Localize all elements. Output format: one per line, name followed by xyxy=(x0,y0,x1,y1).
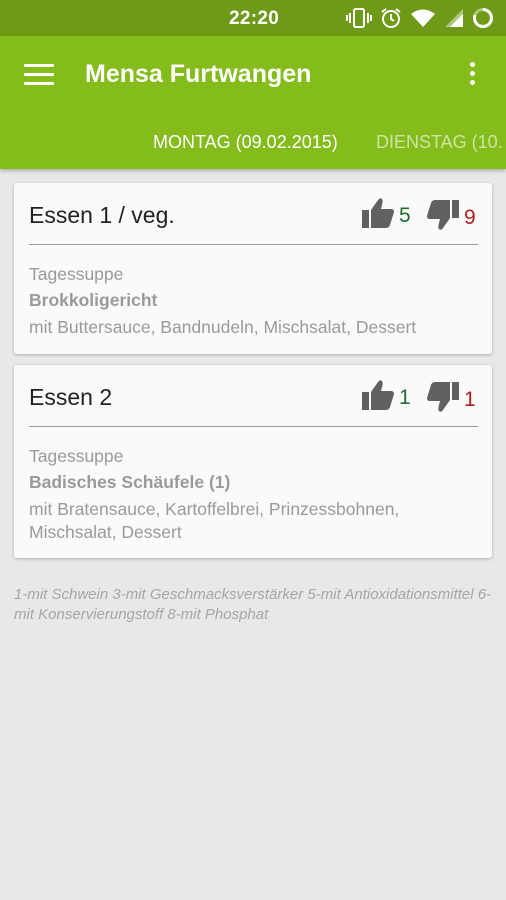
dislike-count: 1 xyxy=(464,387,476,411)
alarm-icon xyxy=(380,7,402,29)
cell-signal-icon xyxy=(444,8,464,28)
like-button[interactable]: 5 xyxy=(361,197,411,234)
app-title: Mensa Furtwangen xyxy=(85,60,312,88)
vibrate-icon xyxy=(346,7,372,29)
meal-sides: mit Buttersauce, Bandnudeln, Mischsalat,… xyxy=(29,317,417,337)
tab-dienstag[interactable]: DIENSTAG (10. xyxy=(376,132,503,153)
meal-name: Essen 2 xyxy=(29,384,113,410)
meal-main: Badisches Schäufele (1) xyxy=(29,472,231,492)
thumbs-down-icon xyxy=(426,381,460,418)
app-bar: Mensa Furtwangen MONTAG (09.02.2015) DIE… xyxy=(0,36,506,169)
thumbs-down-icon xyxy=(426,199,460,236)
meal-soup: Tagessuppe xyxy=(29,446,124,466)
like-count: 5 xyxy=(399,203,411,227)
tab-montag[interactable]: MONTAG (09.02.2015) xyxy=(153,132,338,153)
divider xyxy=(29,426,478,427)
dislike-button[interactable]: 9 xyxy=(426,199,476,236)
like-button[interactable]: 1 xyxy=(361,379,411,416)
divider xyxy=(29,244,478,245)
status-time: 22:20 xyxy=(229,8,280,29)
meal-main: Brokkoligericht xyxy=(29,290,158,310)
thumbs-up-icon xyxy=(361,197,395,234)
menu-icon[interactable] xyxy=(24,64,56,88)
meal-name: Essen 1 / veg. xyxy=(29,202,175,228)
dislike-count: 9 xyxy=(464,205,476,229)
allergen-footnote: 1-mit Schwein 3-mit Geschmacksverstärker… xyxy=(14,586,492,623)
wifi-icon xyxy=(410,8,436,28)
thumbs-up-icon xyxy=(361,379,395,416)
meal-card-2[interactable]: Essen 2 1 1 Tagessuppe Badisches Schäufe… xyxy=(14,365,492,558)
meal-card-1[interactable]: Essen 1 / veg. 5 9 Tagessuppe Brokkolige… xyxy=(14,183,492,354)
meal-sides: mit Bratensauce, Kartoffelbrei, Prinzess… xyxy=(29,499,400,542)
like-count: 1 xyxy=(399,385,411,409)
status-icons xyxy=(346,6,494,30)
overflow-icon[interactable] xyxy=(462,62,482,90)
day-tabs: MONTAG (09.02.2015) DIENSTAG (10. xyxy=(0,128,506,169)
meal-soup: Tagessuppe xyxy=(29,264,124,284)
status-bar: 22:20 xyxy=(0,0,506,36)
battery-icon xyxy=(472,7,494,29)
dislike-button[interactable]: 1 xyxy=(426,381,476,418)
